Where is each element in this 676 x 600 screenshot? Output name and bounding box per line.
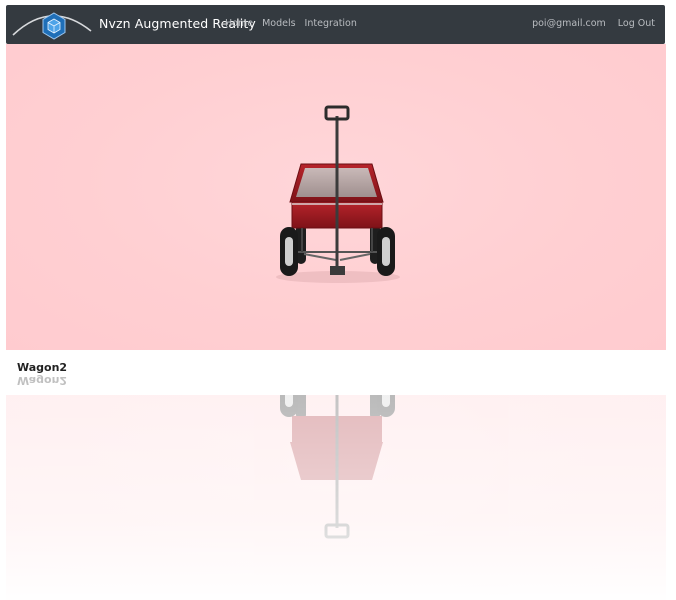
top-navbar: Nvzn Augmented Reality Home Models Integ… xyxy=(6,5,665,44)
brand-logo-icon[interactable] xyxy=(11,5,93,44)
page: Nvzn Augmented Reality Home Models Integ… xyxy=(0,0,676,600)
wagon-model-image xyxy=(276,105,400,283)
nav-links: Home Models Integration xyxy=(225,18,357,29)
user-email-link[interactable]: poi@gmail.com xyxy=(532,18,606,29)
logout-link[interactable]: Log Out xyxy=(618,18,655,29)
model-name-label: Wagon2 xyxy=(17,361,68,374)
nav-link-models[interactable]: Models xyxy=(262,18,295,29)
model-name-reflection: Wagon2 xyxy=(17,374,68,387)
nav-link-home[interactable]: Home xyxy=(225,18,253,29)
model-reflection xyxy=(6,395,666,600)
nav-link-integration[interactable]: Integration xyxy=(305,18,357,29)
reflection-fade xyxy=(6,395,666,600)
nav-user-area: poi@gmail.com Log Out xyxy=(532,18,655,29)
model-viewer[interactable] xyxy=(6,44,666,350)
